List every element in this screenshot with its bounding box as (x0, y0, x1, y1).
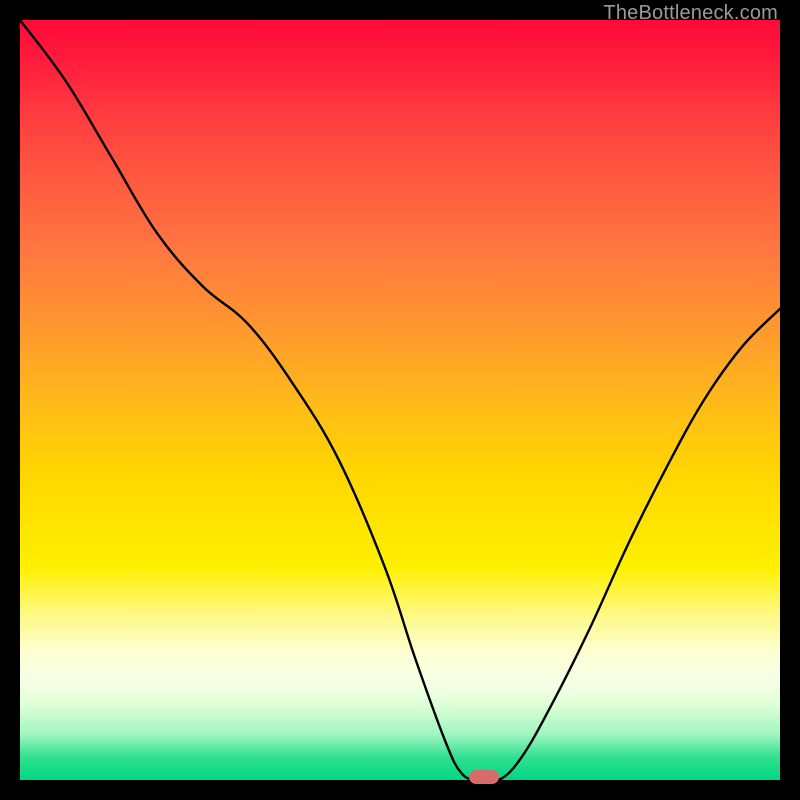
plot-area (20, 20, 780, 780)
bottleneck-curve (20, 20, 780, 780)
watermark-text: TheBottleneck.com (603, 2, 778, 25)
optimal-marker (469, 770, 499, 784)
chart-frame: TheBottleneck.com (0, 0, 800, 800)
